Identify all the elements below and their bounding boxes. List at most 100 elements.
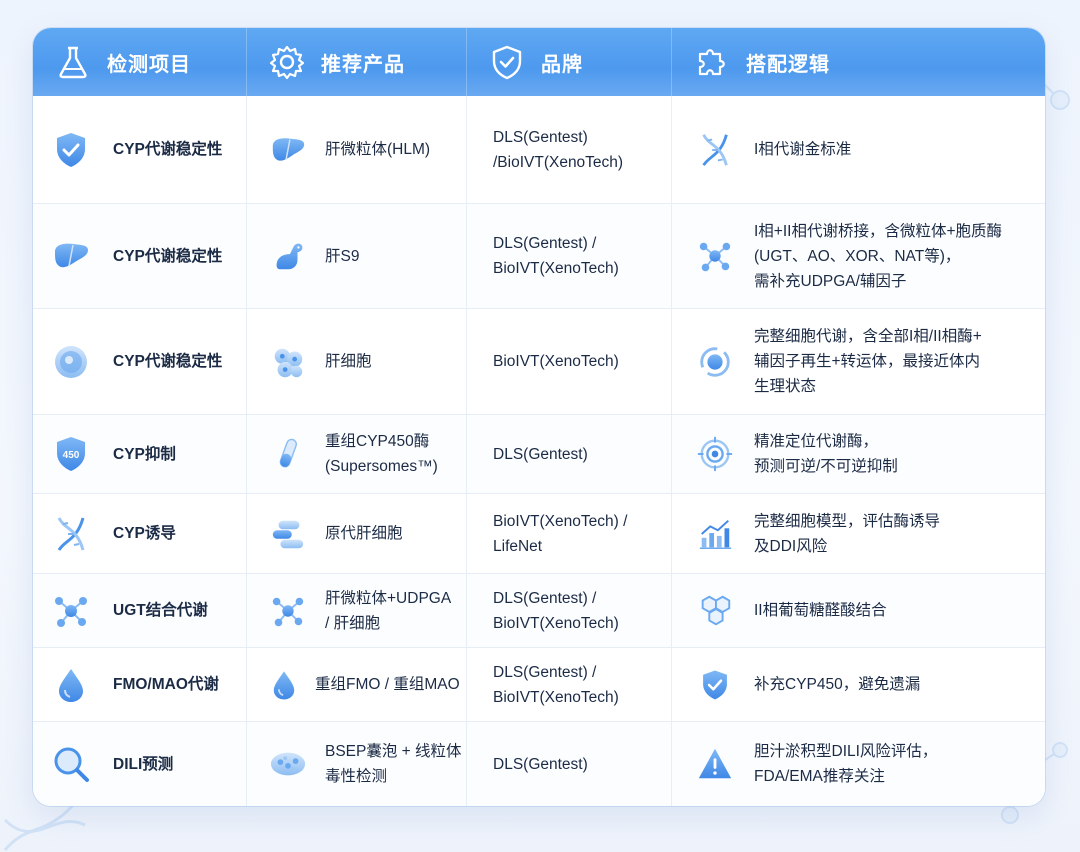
- product-label: 肝细胞: [325, 353, 372, 370]
- product-cell: 肝微粒体+UDPGA / 肝细胞: [247, 574, 467, 647]
- product-label: 肝微粒体+UDPGA / 肝细胞: [325, 589, 452, 632]
- dna-icon: [696, 131, 734, 169]
- product-cell: 肝S9: [247, 204, 467, 308]
- table-header: 检测项目 推荐产品 品牌 搭配逻辑: [33, 28, 1045, 96]
- table-body: CYP代谢稳定性 肝微粒体(HLM) DLS(Gentest) /BioIVT(…: [33, 96, 1045, 806]
- table-row: CYP抑制 重组CYP450酶 (Supersomes™) DLS(Gentes…: [33, 415, 1045, 494]
- test-item-label: DILI预测: [113, 755, 174, 773]
- product-label: BSEP囊泡 + 线粒体 毒性检测: [325, 743, 462, 785]
- gear-icon: [269, 44, 305, 80]
- table-row: CYP代谢稳定性 肝微粒体(HLM) DLS(Gentest) /BioIVT(…: [33, 96, 1045, 204]
- molecule-icon: [51, 591, 91, 631]
- table-row: CYP代谢稳定性 肝S9 DLS(Gentest) / BioIVT(XenoT…: [33, 204, 1045, 309]
- table-row: FMO/MAO代谢 重组FMO / 重组MAO DLS(Gentest) / B…: [33, 648, 1045, 722]
- header-pairing-logic: 搭配逻辑: [672, 28, 1045, 96]
- test-item-cell: CYP诱导: [33, 494, 247, 573]
- product-label: 肝微粒体(HLM): [325, 141, 431, 158]
- brand-cell: DLS(Gentest) /BioIVT(XenoTech): [467, 96, 672, 203]
- brand-label: BioIVT(XenoTech): [493, 353, 619, 370]
- test-item-label: UGT结合代谢: [113, 602, 208, 619]
- product-cell: 肝细胞: [247, 309, 467, 414]
- logic-cell: 精准定位代谢酶， 预测可逆/不可逆抑制: [672, 415, 1045, 493]
- shield-check-icon: [51, 130, 91, 170]
- cell-icon: [51, 342, 91, 382]
- liver-icon: [269, 131, 307, 169]
- test-item-label: FMO/MAO代谢: [113, 676, 219, 693]
- logic-cell: 完整细胞模型，评估酶诱导 及DDI风险: [672, 494, 1045, 573]
- cell-stack-icon: [269, 515, 307, 553]
- warning-icon: [696, 745, 734, 783]
- logic-cell: 补充CYP450，避免遗漏: [672, 648, 1045, 721]
- hexagon-icon: [696, 592, 734, 630]
- header-label: 检测项目: [107, 53, 191, 76]
- brand-cell: DLS(Gentest) / BioIVT(XenoTech): [467, 204, 672, 308]
- test-item-cell: CYP抑制: [33, 415, 247, 493]
- brand-cell: DLS(Gentest) / BioIVT(XenoTech): [467, 648, 672, 721]
- logic-label: 完整细胞模型，评估酶诱导 及DDI风险: [754, 512, 941, 555]
- shield-check-icon: [696, 666, 734, 704]
- header-brand: 品牌: [467, 28, 672, 96]
- test-item-cell: UGT结合代谢: [33, 574, 247, 647]
- logic-label: I相+II相代谢桥接，含微粒体+胞质酶 (UGT、AO、XOR、NAT等)， 需…: [754, 222, 1003, 290]
- brand-label: DLS(Gentest) / BioIVT(XenoTech): [493, 663, 619, 706]
- header-label: 品牌: [541, 53, 583, 76]
- product-cell: 重组CYP450酶 (Supersomes™): [247, 415, 467, 493]
- molecule-icon: [269, 592, 307, 630]
- test-item-cell: CYP代谢稳定性: [33, 96, 247, 203]
- cycle-icon: [696, 343, 734, 381]
- brand-cell: BioIVT(XenoTech): [467, 309, 672, 414]
- header-recommended-product: 推荐产品: [247, 28, 467, 96]
- target-icon: [696, 435, 734, 473]
- logic-cell: 完整细胞代谢，含全部I相/II相酶+ 辅因子再生+转运体，最接近体内 生理状态: [672, 309, 1045, 414]
- product-cell: 肝微粒体(HLM): [247, 96, 467, 203]
- dog-icon: [269, 237, 307, 275]
- brand-label: DLS(Gentest): [493, 445, 588, 463]
- table-row: CYP代谢稳定性 肝细胞 BioIVT(XenoTech) 完整细胞代谢，含全部…: [33, 309, 1045, 415]
- header-label: 搭配逻辑: [746, 53, 830, 76]
- brand-label: DLS(Gentest): [493, 755, 588, 773]
- logic-label: II相葡萄糖醛酸结合: [754, 602, 887, 619]
- table-row: UGT结合代谢 肝微粒体+UDPGA / 肝细胞 DLS(Gentest) / …: [33, 574, 1045, 648]
- test-item-label: CYP代谢稳定性: [113, 353, 223, 370]
- brand-cell: DLS(Gentest): [467, 415, 672, 493]
- logic-label: 补充CYP450，避免遗漏: [754, 676, 921, 693]
- header-test-item: 检测项目: [33, 28, 247, 96]
- product-label: 肝S9: [325, 247, 360, 265]
- dna-icon: [51, 514, 91, 554]
- comparison-table-card: 检测项目 推荐产品 品牌 搭配逻辑 CYP代谢稳定性 肝微粒体(HLM) DLS…: [33, 28, 1045, 806]
- logic-label: 精准定位代谢酶， 预测可逆/不可逆抑制: [754, 433, 898, 475]
- test-item-cell: FMO/MAO代谢: [33, 648, 247, 721]
- shield-check-icon: [489, 44, 525, 80]
- molecule-icon: [696, 237, 734, 275]
- product-label: 原代肝细胞: [325, 525, 403, 542]
- product-label: 重组FMO / 重组MAO: [315, 676, 460, 693]
- brand-cell: DLS(Gentest): [467, 722, 672, 806]
- flask-icon: [55, 44, 91, 80]
- test-item-cell: CYP代谢稳定性: [33, 309, 247, 414]
- bar-chart-icon: [696, 515, 734, 553]
- test-item-label: CYP抑制: [113, 445, 176, 463]
- product-cell: BSEP囊泡 + 线粒体 毒性检测: [247, 722, 467, 806]
- brand-label: DLS(Gentest) / BioIVT(XenoTech): [493, 589, 619, 632]
- table-row: CYP诱导 原代肝细胞 BioIVT(XenoTech) / LifeNet 完…: [33, 494, 1045, 574]
- table-row: DILI预测 BSEP囊泡 + 线粒体 毒性检测 DLS(Gentest) 胆汁…: [33, 722, 1045, 806]
- test-item-label: CYP代谢稳定性: [113, 247, 223, 265]
- logic-label: I相代谢金标准: [754, 141, 852, 158]
- shield-450-icon: [51, 434, 91, 474]
- brand-label: DLS(Gentest) /BioIVT(XenoTech): [493, 128, 624, 171]
- droplet-icon: [265, 666, 303, 704]
- test-item-cell: CYP代谢稳定性: [33, 204, 247, 308]
- logic-cell: I相+II相代谢桥接，含微粒体+胞质酶 (UGT、AO、XOR、NAT等)， 需…: [672, 204, 1045, 308]
- liver-icon: [51, 236, 91, 276]
- magnifier-icon: [51, 744, 91, 784]
- product-cell: 原代肝细胞: [247, 494, 467, 573]
- test-item-cell: DILI预测: [33, 722, 247, 806]
- product-label: 重组CYP450酶 (Supersomes™): [325, 433, 438, 475]
- brand-cell: DLS(Gentest) / BioIVT(XenoTech): [467, 574, 672, 647]
- logic-label: 胆汁淤积型DILI风险评估， FDA/EMA推荐关注: [754, 743, 938, 785]
- vesicle-icon: [269, 745, 307, 783]
- header-label: 推荐产品: [321, 53, 405, 76]
- logic-cell: I相代谢金标准: [672, 96, 1045, 203]
- brand-label: DLS(Gentest) / BioIVT(XenoTech): [493, 235, 619, 277]
- brand-label: BioIVT(XenoTech) / LifeNet: [493, 512, 628, 555]
